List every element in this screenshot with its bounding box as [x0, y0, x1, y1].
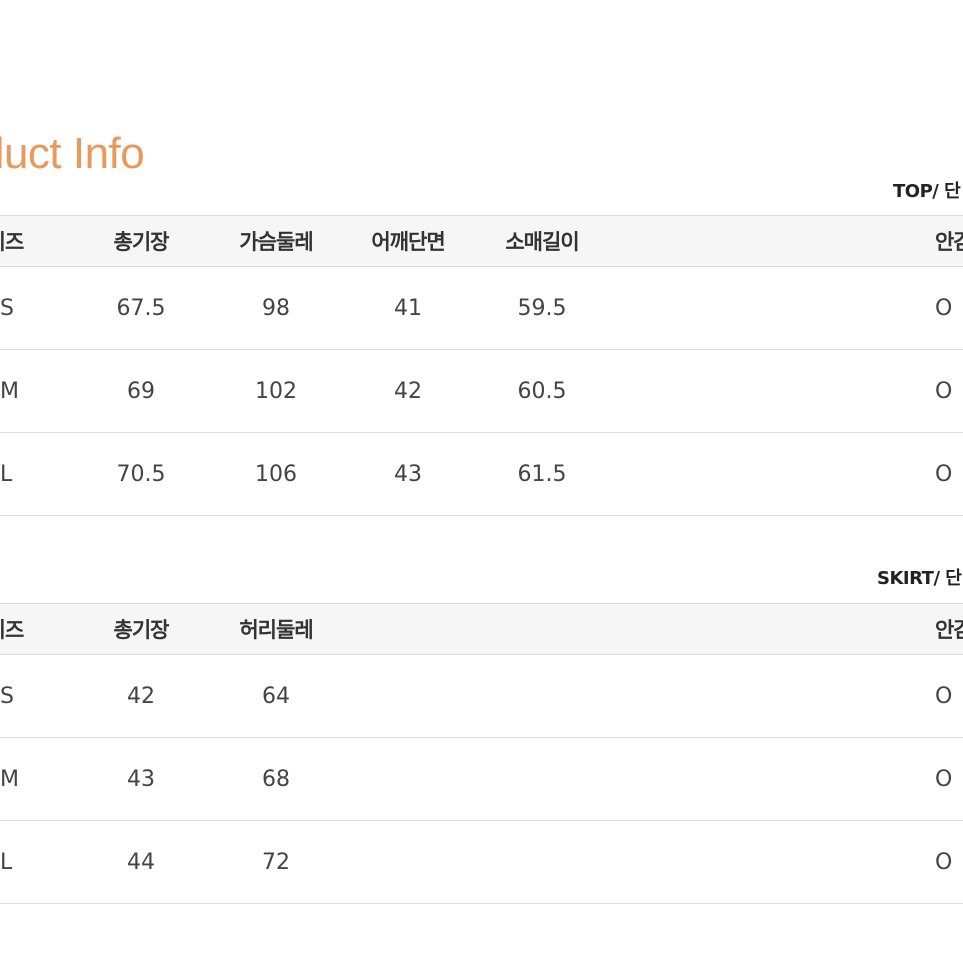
header-lining: 안감: [935, 230, 963, 254]
header-sleeve: 소매길이: [505, 230, 579, 254]
size-cell: L: [0, 461, 13, 487]
lining-cell: O: [935, 378, 953, 404]
header-lining: 안감: [935, 618, 963, 642]
table-header: 이즈 총기장 허리둘레 안감: [0, 603, 963, 655]
table-row: S 67.5 98 41 59.5 O: [0, 267, 963, 350]
size-cell: L: [0, 849, 13, 875]
table-header: 이즈 총기장 가슴둘레 어깨단면 소매길이 안감: [0, 215, 963, 267]
lining-cell: O: [935, 766, 953, 792]
shoulder-cell: 41: [394, 295, 422, 321]
skirt-size-table: 이즈 총기장 허리둘레 안감 S 42 64 O M 43 68 O L 44 …: [0, 603, 963, 904]
table-row: S 42 64 O: [0, 655, 963, 738]
lining-cell: O: [935, 461, 953, 487]
size-cell: S: [0, 295, 14, 321]
sleeve-cell: 61.5: [517, 461, 567, 487]
lining-cell: O: [935, 683, 953, 709]
waist-cell: 64: [262, 683, 290, 709]
header-waist: 허리둘레: [239, 618, 313, 642]
header-shoulder: 어깨단면: [371, 230, 445, 254]
size-cell: M: [0, 766, 19, 792]
sleeve-cell: 59.5: [517, 295, 567, 321]
lining-cell: O: [935, 295, 953, 321]
top-size-table: 이즈 총기장 가슴둘레 어깨단면 소매길이 안감 S 67.5 98 41 59…: [0, 215, 963, 516]
size-cell: M: [0, 378, 19, 404]
lining-cell: O: [935, 849, 953, 875]
table-row: L 70.5 106 43 61.5 O: [0, 433, 963, 516]
table-row: L 44 72 O: [0, 821, 963, 904]
waist-cell: 72: [262, 849, 290, 875]
total-length-cell: 69: [127, 378, 155, 404]
header-size: 이즈: [0, 618, 24, 642]
shoulder-cell: 42: [394, 378, 422, 404]
chest-cell: 106: [255, 461, 297, 487]
header-total-length: 총기장: [113, 230, 170, 254]
header-size: 이즈: [0, 230, 24, 254]
top-unit-label: TOP/ 단: [893, 181, 961, 202]
total-length-cell: 43: [127, 766, 155, 792]
total-length-cell: 70.5: [116, 461, 166, 487]
skirt-unit-label: SKIRT/ 단: [877, 568, 962, 589]
page-title: oduct Info: [0, 129, 145, 178]
waist-cell: 68: [262, 766, 290, 792]
total-length-cell: 42: [127, 683, 155, 709]
shoulder-cell: 43: [394, 461, 422, 487]
header-chest: 가슴둘레: [239, 230, 313, 254]
size-cell: S: [0, 683, 14, 709]
total-length-cell: 44: [127, 849, 155, 875]
header-total-length: 총기장: [113, 618, 170, 642]
chest-cell: 98: [262, 295, 290, 321]
table-row: M 43 68 O: [0, 738, 963, 821]
chest-cell: 102: [255, 378, 297, 404]
table-row: M 69 102 42 60.5 O: [0, 350, 963, 433]
total-length-cell: 67.5: [116, 295, 166, 321]
sleeve-cell: 60.5: [517, 378, 567, 404]
